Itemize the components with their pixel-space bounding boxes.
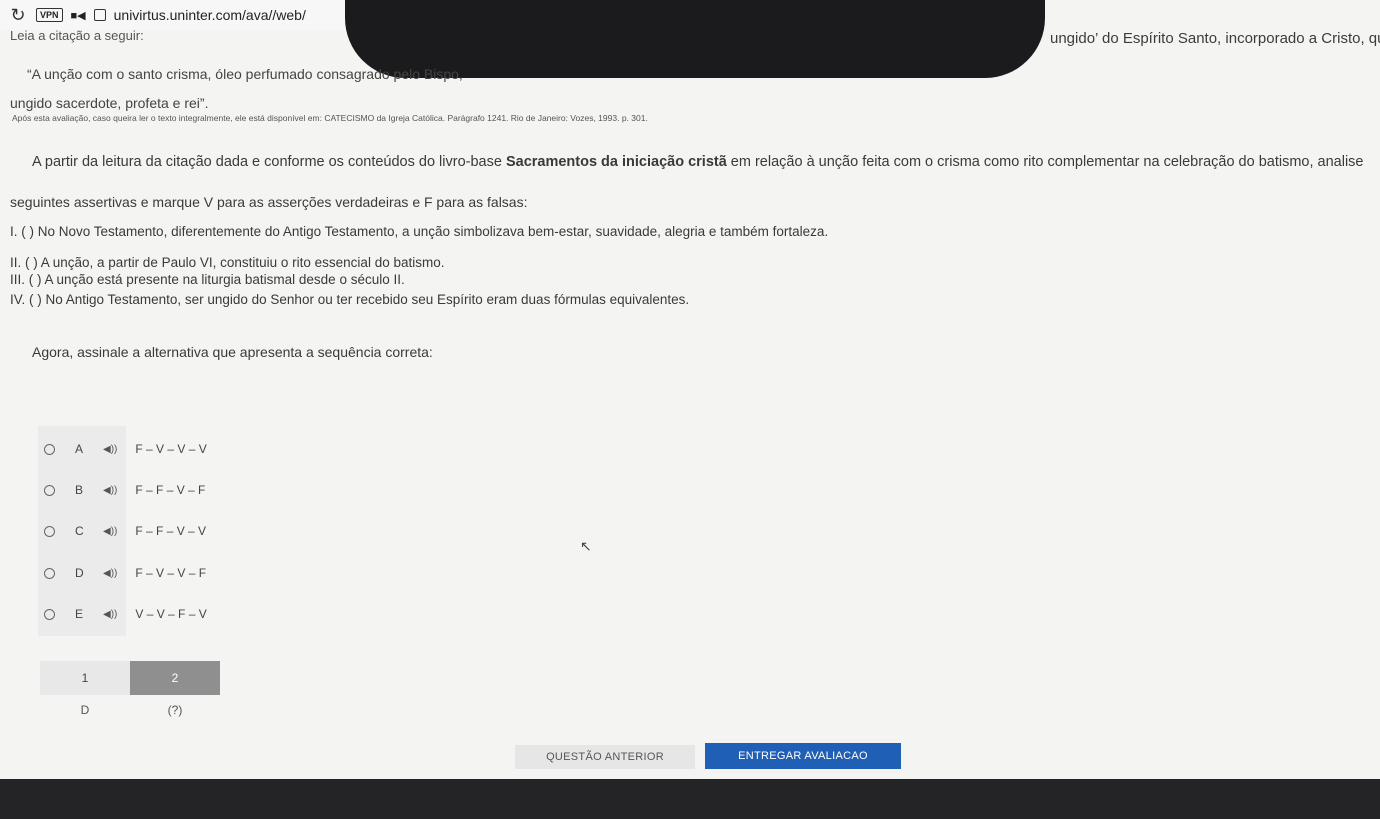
speaker-icon[interactable]: ◀))	[103, 526, 117, 537]
speaker-icon[interactable]: ◀))	[103, 444, 117, 455]
quote-fragment-right: ungido’ do Espírito Santo, incorporado a…	[1050, 30, 1380, 47]
browser-address-bar: ↻ VPN ■◀ univirtus.uninter.com/ava//web/	[0, 0, 380, 30]
url-text[interactable]: univirtus.uninter.com/ava//web/	[114, 7, 306, 23]
vpn-badge[interactable]: VPN	[36, 8, 63, 22]
option-b[interactable]: B ◀)) F – F – V – F	[44, 483, 205, 497]
prompt-post: em relação à unção feita com o crisma co…	[726, 154, 1364, 170]
speaker-icon[interactable]: ◀))	[103, 485, 117, 496]
option-a[interactable]: A ◀)) F – V – V – V	[44, 442, 207, 456]
submit-evaluation-button[interactable]: ENTREGAR AVALIACAO	[705, 743, 901, 769]
previous-question-button[interactable]: QUESTÃO ANTERIOR	[515, 745, 695, 769]
option-letter: B	[75, 483, 84, 497]
radio-button[interactable]	[44, 608, 55, 620]
option-letter: D	[75, 566, 84, 580]
mouse-cursor-icon: ↖	[580, 538, 592, 554]
reload-icon[interactable]: ↻	[8, 5, 28, 26]
intro-text: Leia a citação a seguir:	[10, 28, 144, 43]
option-text: F – F – V – F	[135, 483, 206, 497]
assertion-2: II. ( ) A unção, a partir de Paulo VI, c…	[10, 255, 445, 270]
radio-button[interactable]	[44, 443, 55, 455]
radio-button[interactable]	[44, 484, 55, 496]
option-letter: C	[75, 524, 84, 538]
option-text: F – V – V – V	[135, 442, 207, 456]
quote-line-1: “A unção com o santo crisma, óleo perfum…	[27, 66, 463, 82]
speaker-icon[interactable]: ◀))	[103, 609, 117, 620]
option-text: F – F – V – V	[135, 524, 207, 538]
radio-button[interactable]	[44, 525, 55, 537]
answer-2: (?)	[167, 703, 183, 717]
quote-line-2: ungido sacerdote, profeta e rei”.	[10, 95, 209, 111]
radio-button[interactable]	[44, 567, 55, 579]
option-letter: A	[75, 442, 84, 456]
prompt-pre: A partir da leitura da citação dada e co…	[32, 154, 506, 170]
prompt-line-2: seguintes assertivas e marque V para as …	[10, 194, 528, 210]
prompt-book-title: Sacramentos da iniciação cristã	[505, 154, 727, 170]
speaker-icon[interactable]: ◀))	[103, 568, 117, 579]
instruction-text: Agora, assinale a alternativa que aprese…	[32, 344, 433, 360]
option-text: V – V – F – V	[135, 607, 207, 621]
question-tab-1[interactable]: 1	[40, 661, 130, 695]
lock-icon	[93, 9, 106, 21]
option-letter: E	[75, 607, 84, 621]
option-e[interactable]: E ◀)) V – V – F – V	[44, 607, 207, 621]
assertion-1: I. ( ) No Novo Testamento, diferentement…	[10, 224, 829, 239]
bottom-bezel	[0, 779, 1380, 819]
option-text: F – V – V – F	[135, 566, 207, 580]
option-c[interactable]: C ◀)) F – F – V – V	[44, 524, 206, 538]
assertion-4: IV. ( ) No Antigo Testamento, ser ungido…	[10, 292, 690, 307]
answer-1: D	[80, 703, 90, 717]
camera-icon: ■◀	[70, 9, 86, 22]
prompt-line-1: A partir da leitura da citação dada e co…	[32, 154, 1363, 170]
option-d[interactable]: D ◀)) F – V – V – F	[44, 566, 206, 580]
reference-text: Após esta avaliação, caso queira ler o t…	[12, 113, 648, 123]
question-tab-2[interactable]: 2	[130, 661, 220, 695]
assertion-3: III. ( ) A unção está presente na liturg…	[10, 272, 405, 287]
